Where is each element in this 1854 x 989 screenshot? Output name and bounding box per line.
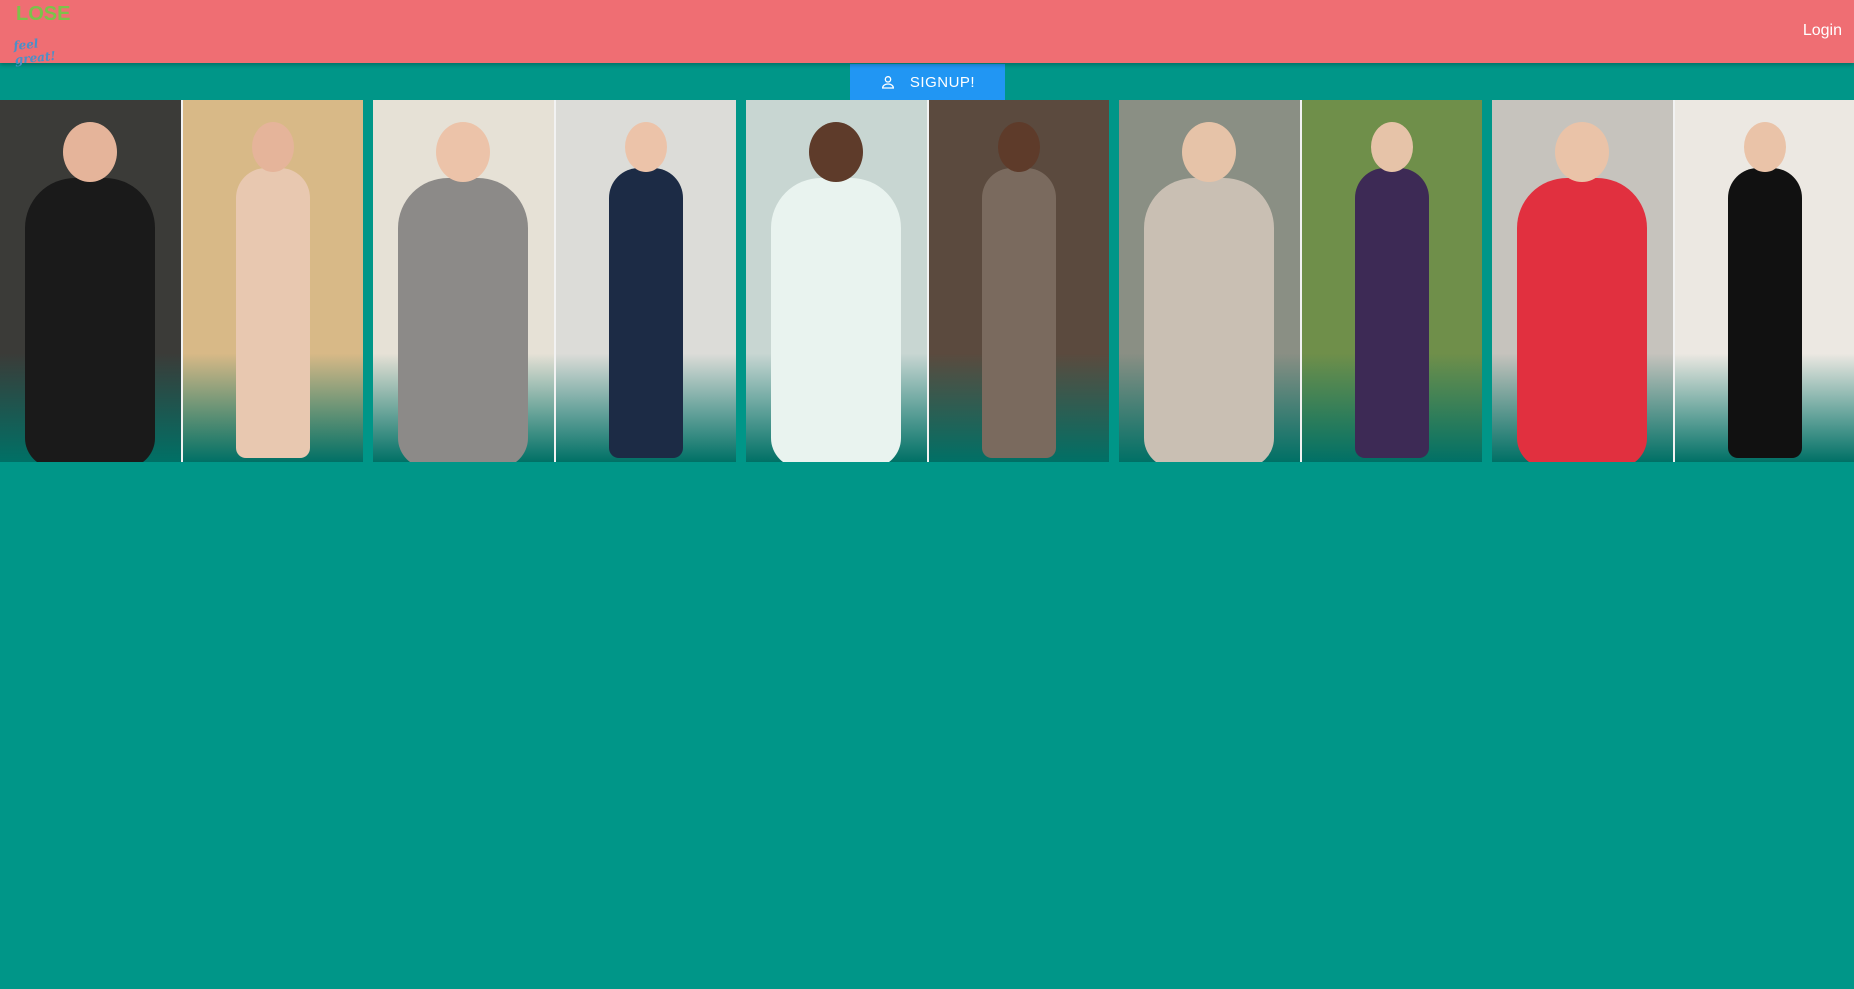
after-photo [1672,100,1854,462]
person-body [25,178,156,462]
person-body [235,168,310,458]
person-head [809,122,864,182]
person-body [1144,178,1275,462]
person-head [1370,122,1413,172]
logo-text-tagline: feel great! [12,36,57,67]
person-head [63,122,118,182]
person-body [1354,168,1429,458]
person-icon [881,76,894,89]
before-after-gallery [0,100,1854,462]
before-after-card[interactable] [746,100,1109,462]
person-head [1743,122,1786,172]
before-photo [373,100,554,462]
person-body [608,168,683,458]
login-link[interactable]: Login [1803,22,1842,40]
person-head [997,122,1040,172]
person-body [398,178,529,462]
before-after-card[interactable] [373,100,736,462]
before-after-card[interactable] [1119,100,1482,462]
after-photo [180,100,363,462]
before-photo [1492,100,1673,462]
after-photo [553,100,736,462]
before-photo [746,100,927,462]
person-head [624,122,667,172]
before-after-card[interactable] [0,100,363,462]
before-photo [1119,100,1300,462]
after-photo [926,100,1109,462]
before-photo [0,100,181,462]
person-body [981,168,1056,458]
person-body [1517,178,1648,462]
before-after-card[interactable] [1492,100,1854,462]
logo-text-lose: LOSE [16,3,71,25]
signup-label: SIGNUP! [909,73,976,91]
person-head [1182,122,1237,182]
person-body [1727,168,1802,458]
brand-logo[interactable]: LOSE feel great! [12,3,72,67]
person-body [771,178,902,462]
person-head [436,122,491,182]
signup-button[interactable]: SIGNUP! [850,64,1005,100]
top-app-bar: LOSE feel great! Login [0,0,1854,67]
after-photo [1299,100,1482,462]
person-head [251,122,294,172]
person-head [1555,122,1610,182]
